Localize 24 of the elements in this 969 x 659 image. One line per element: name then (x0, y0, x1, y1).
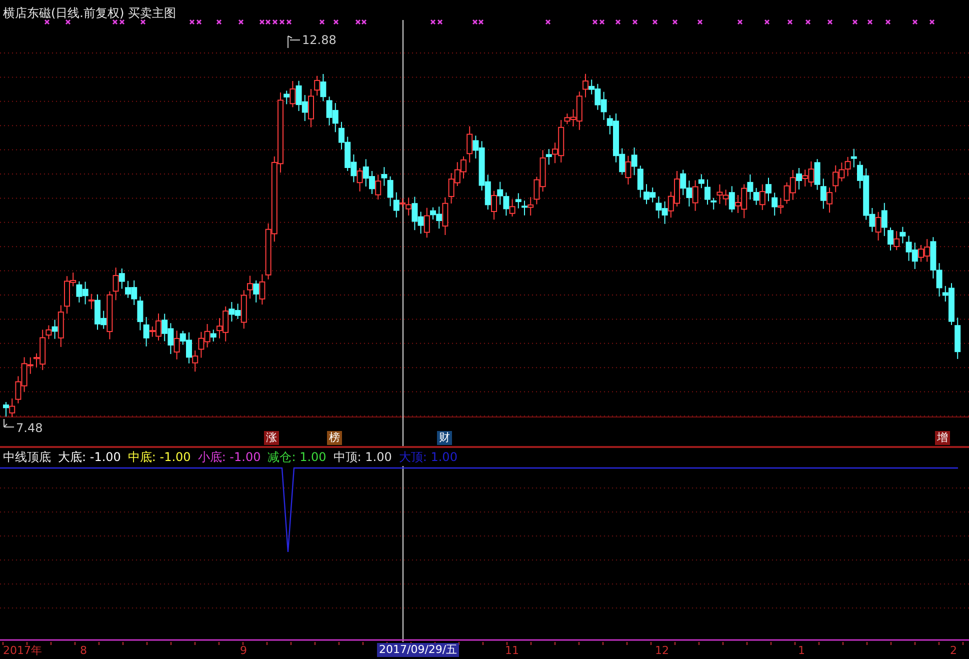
axis-label: 2017年 (3, 644, 42, 657)
axis-label: 8 (80, 644, 87, 657)
chart-title: 横店东磁(日线.前复权) 买卖主图 (3, 5, 176, 22)
indicator-value: 中顶: 1.00 (333, 449, 392, 466)
axis-label: 11 (505, 644, 519, 657)
indicator-name: 中线顶底 (3, 449, 51, 466)
event-tag: 增 (935, 431, 950, 445)
indicator-value: 中底: -1.00 (128, 449, 191, 466)
cursor-date-label: 2017/09/29/五 (377, 643, 460, 657)
axis-label: 2 (950, 644, 957, 657)
indicator-value: 减仓: 1.00 (268, 449, 326, 466)
event-tag: 财 (437, 431, 452, 445)
leader-line (288, 36, 300, 48)
leader-line (4, 418, 14, 428)
indicator-value: 大底: -1.00 (58, 449, 121, 466)
axis-label: 12 (655, 644, 669, 657)
high-price-label: 12.88 (302, 33, 336, 47)
event-tag: 榜 (327, 431, 342, 445)
indicator-value: 大顶: 1.00 (398, 449, 458, 466)
axis-label: 1 (798, 644, 805, 657)
axis-label: 9 (240, 644, 247, 657)
indicator-value: 小底: -1.00 (198, 449, 261, 466)
event-tag: 涨 (264, 431, 279, 445)
low-price-label: 7.48 (16, 421, 43, 435)
